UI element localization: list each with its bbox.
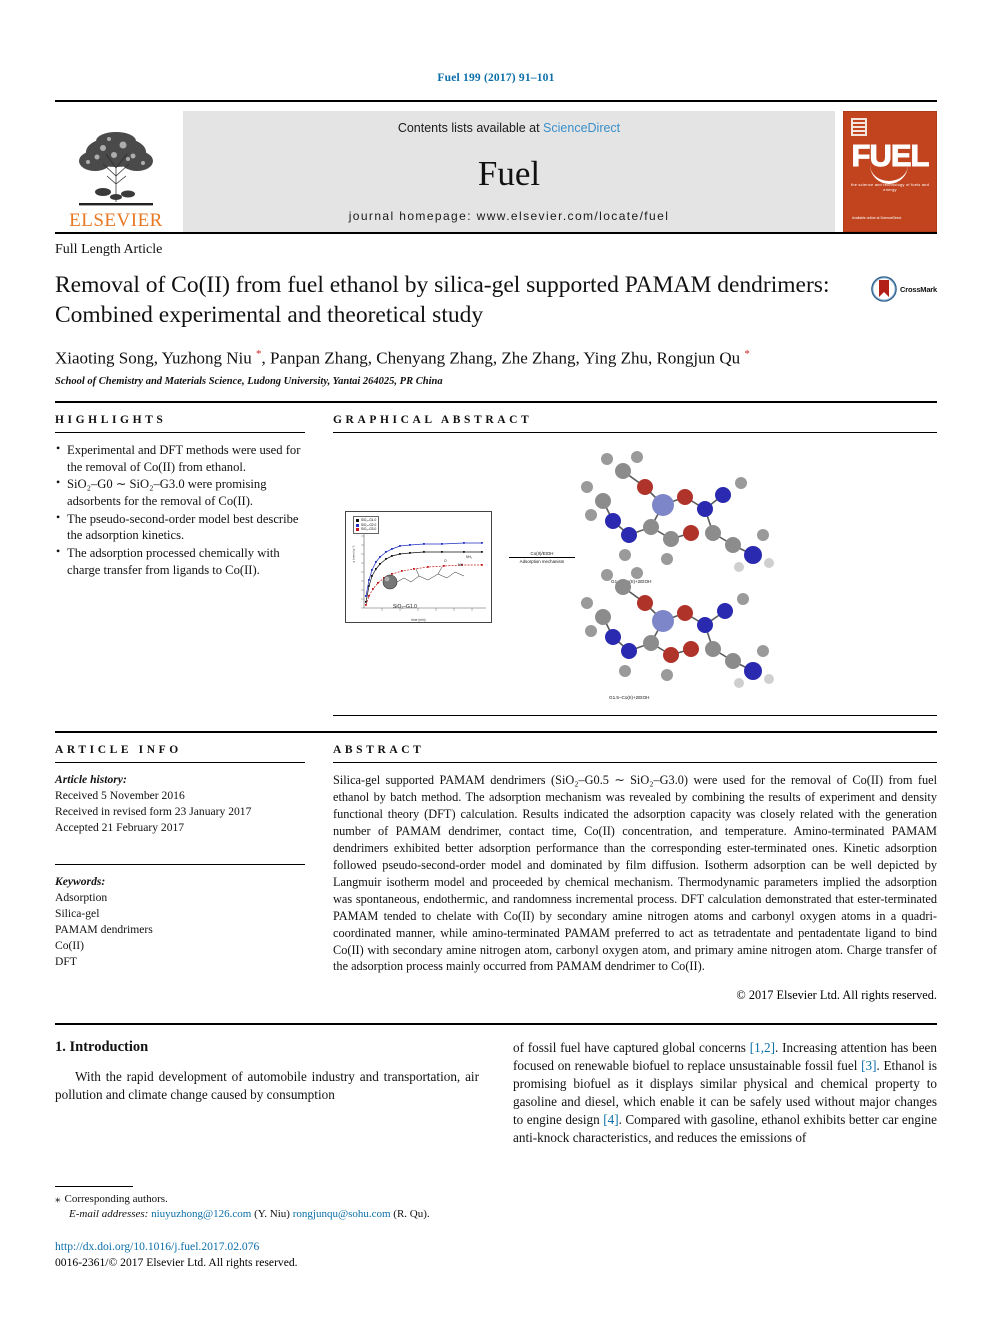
email-owner-1: (Y. Niu) (254, 1208, 290, 1221)
article-type-label: Full Length Article (55, 242, 163, 257)
doi-block: http://dx.doi.org/10.1016/j.fuel.2017.02… (55, 1239, 479, 1271)
citation-ref[interactable]: [3] (861, 1058, 876, 1073)
article-info-rule (55, 761, 305, 763)
abstract-panel: ABSTRACT Silica-gel supported PAMAM dend… (333, 744, 937, 1004)
body-column-right: of fossil fuel have captured global conc… (513, 1039, 937, 1271)
column-gap (305, 414, 333, 716)
keywords-block: Keywords: Adsorption Silica-gel PAMAM de… (55, 874, 305, 970)
doi-link[interactable]: http://dx.doi.org/10.1016/j.fuel.2017.02… (55, 1239, 479, 1255)
highlights-heading: HIGHLIGHTS (55, 413, 167, 426)
adsorption-kinetics-chart: NH NH₂ O SiO₂–G1.0 SiO₂–G2.0 SiO₂–G3.0 q… (345, 510, 492, 623)
citation-ref[interactable]: [4] (603, 1112, 618, 1127)
chart-legend: SiO₂–G1.0 SiO₂–G2.0 SiO₂–G3.0 (353, 515, 380, 535)
svg-text:NH₂: NH₂ (466, 555, 473, 559)
section-heading-introduction: 1. Introduction (55, 1039, 149, 1056)
affiliation: School of Chemistry and Materials Scienc… (55, 375, 443, 387)
footnote-rule (55, 1185, 133, 1187)
keyword-item: Silica-gel (55, 906, 100, 920)
sciencedirect-link[interactable]: ScienceDirect (543, 121, 620, 135)
article-history-label: Article history: (55, 772, 127, 786)
abstract-text: Silica-gel supported PAMAM dendrimers (S… (333, 761, 937, 976)
copyright-line: © 2017 Elsevier Ltd. All rights reserved… (736, 988, 937, 1003)
list-item: SiO₂–G0 ∼ SiO₂–G3.0 were promising adsor… (55, 475, 305, 509)
legend-entry: SiO₂–G3.0 (356, 527, 376, 532)
highlights-graphical-panels: HIGHLIGHTS Experimental and DFT methods … (55, 400, 937, 716)
contents-list-line: Contents lists available at ScienceDirec… (398, 121, 620, 135)
svg-text:NH: NH (458, 563, 463, 567)
footnote-block: ⁎ Corresponding authors. E-mail addresses… (55, 1185, 479, 1272)
elsevier-wordmark: ELSEVIER (69, 210, 163, 231)
column-gap (305, 744, 333, 1004)
email-owner-2: (R. Qu). (393, 1208, 430, 1221)
corresponding-text: Corresponding authors. (64, 1192, 168, 1205)
email-link-1[interactable]: niuyuzhong@126.com (151, 1208, 251, 1220)
keyword-item: DFT (55, 954, 77, 968)
corresponding-author-note: ⁎ Corresponding authors. E-mail addresses… (55, 1192, 479, 1223)
running-head: Fuel 199 (2017) 91–101 (437, 72, 555, 84)
graphical-abstract-heading: GRAPHICAL ABSTRACT (333, 413, 533, 426)
scheme-label: SiO₂–G1.0 (393, 603, 417, 610)
intro-paragraph-left: With the rapid development of automobile… (55, 1069, 479, 1103)
email-line: E-mail addresses: niuyuzhong@126.com (Y.… (55, 1207, 479, 1223)
body-column-left: 1. Introduction With the rapid developme… (55, 1039, 479, 1271)
page-title: Removal of Co(II) from fuel ethanol by s… (55, 272, 830, 329)
cover-emblem-icon (851, 118, 867, 136)
citation-ref[interactable]: [1,2] (750, 1040, 775, 1055)
highlights-list: Experimental and DFT methods were used f… (55, 441, 305, 579)
elsevier-tree-icon (79, 132, 153, 206)
corresponding-line: ⁎ Corresponding authors. (55, 1192, 479, 1208)
cover-swoosh-decoration (870, 164, 908, 184)
molecule-label-bottom: G1.5–Co(II)+2EtOH (609, 694, 650, 700)
crossmark-icon (871, 276, 897, 302)
issn-copyright-line: 0016-2361/© 2017 Elsevier Ltd. All right… (55, 1256, 298, 1270)
author-list: Xiaoting Song, Yuzhong Niu *, Panpan Zha… (55, 348, 750, 368)
keywords-label: Keywords: (55, 874, 106, 888)
intro-paragraph-right: of fossil fuel have captured global conc… (513, 1039, 937, 1147)
article-info-panel: ARTICLE INFO Article history: Received 5… (55, 744, 305, 1004)
keywords-rule (55, 863, 305, 865)
article-history: Article history: Received 5 November 201… (55, 772, 305, 836)
list-item: Experimental and DFT methods were used f… (55, 441, 305, 475)
corresponding-asterisk: ⁎ (55, 1192, 61, 1205)
column-gap (479, 1039, 513, 1271)
title-row: Removal of Co(II) from fuel ethanol by s… (55, 270, 937, 330)
graphical-abstract-figure: NH NH₂ O SiO₂–G1.0 SiO₂–G2.0 SiO₂–G3.0 q… (333, 433, 937, 716)
highlights-panel: HIGHLIGHTS Experimental and DFT methods … (55, 414, 305, 716)
contents-prefix: Contents lists available at (397, 121, 544, 135)
intro-text-seg: of fossil fuel have captured global conc… (513, 1040, 750, 1056)
article-info-heading: ARTICLE INFO (55, 743, 182, 756)
journal-masthead: ELSEVIER Contents lists available at Sci… (55, 100, 937, 232)
crossmark-label: CrossMark (900, 284, 937, 294)
molecule-model-bottom (581, 566, 774, 688)
keyword-item: Adsorption (55, 890, 108, 904)
email-label: E-mail addresses: (69, 1208, 149, 1221)
journal-homepage[interactable]: journal homepage: www.elsevier.com/locat… (349, 209, 670, 223)
graphical-abstract-panel: GRAPHICAL ABSTRACT NH NH₂ O SiO₂–G1.0 Si… (333, 414, 937, 716)
keyword-item: PAMAM dendrimers (55, 922, 153, 936)
abstract-heading: ABSTRACT (333, 743, 425, 756)
article-page: Fuel 199 (2017) 91–101 ELSEVIER Contents… (0, 0, 992, 1323)
info-abstract-section: ARTICLE INFO Article history: Received 5… (55, 730, 937, 1004)
history-item: Received 5 November 2016 (55, 788, 185, 802)
keyword-item: Co(II) (55, 938, 84, 952)
elsevier-logo: ELSEVIER (55, 111, 177, 232)
journal-cover-thumbnail: FUEL the science and technology of fuels… (843, 111, 937, 232)
chart-y-axis-label: q (mmol g⁻¹) (351, 545, 356, 563)
molecule-model-top (581, 450, 774, 572)
cover-footer-text: Available online at ScienceDirect (852, 215, 902, 220)
history-item: Accepted 21 February 2017 (55, 820, 185, 834)
journal-band: Contents lists available at ScienceDirec… (183, 111, 835, 232)
list-item: The pseudo-second-order model best descr… (55, 510, 305, 544)
body-columns: 1. Introduction With the rapid developme… (55, 1023, 937, 1271)
chart-x-axis-label: time (min) (411, 617, 426, 622)
journal-title: Fuel (477, 153, 541, 193)
highlights-rule (55, 431, 305, 433)
history-item: Received in revised form 23 January 2017 (55, 804, 252, 818)
email-link-2[interactable]: rongjunqu@sohu.com (293, 1208, 391, 1220)
cover-subtitle: the science and technology of fuels and … (850, 182, 930, 192)
list-item: The adsorption processed chemically with… (55, 544, 305, 578)
crossmark-badge[interactable]: CrossMark (871, 276, 937, 302)
article-header: Full Length Article Removal of Co(II) fr… (55, 232, 937, 387)
svg-text:O: O (444, 559, 447, 563)
